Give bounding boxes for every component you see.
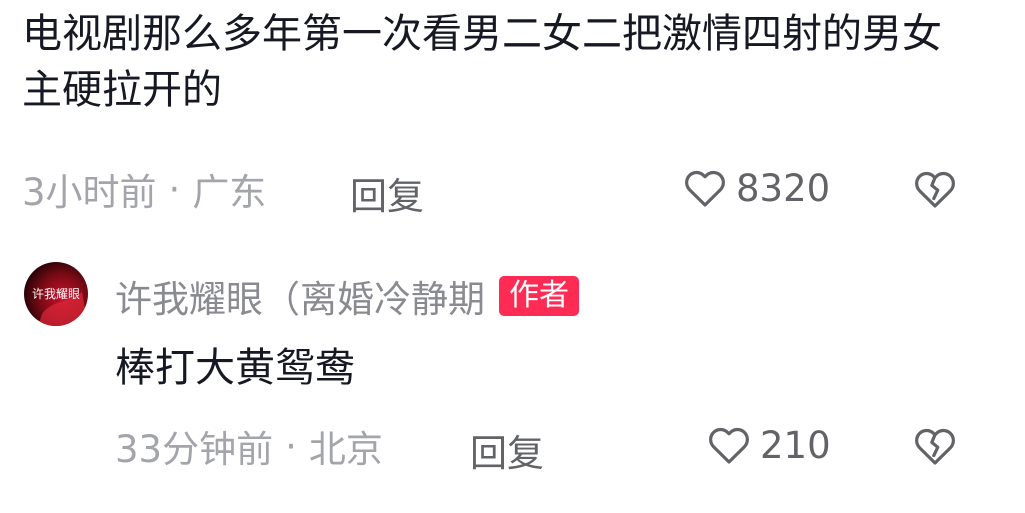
broken-heart-icon: [915, 171, 955, 208]
author-badge: 作者: [499, 276, 579, 316]
meta-separator: ·: [168, 167, 181, 211]
comment-dislike-button[interactable]: [910, 165, 960, 217]
avatar-text: 许我耀眼: [32, 287, 80, 301]
reply-like-button[interactable]: 210: [704, 421, 831, 469]
reply-location: 北京: [308, 428, 383, 471]
comment-text: 电视剧那么多年第一次看男二女二把激情四射的男女主硬拉开的: [22, 11, 942, 113]
reply-like-count: 210: [760, 423, 831, 467]
reply-time: 33分钟前: [115, 428, 274, 471]
reply-text: 棒打大黄鸳鸯: [115, 345, 355, 391]
reply-username[interactable]: 许我耀眼（离婚冷静期: [115, 269, 485, 323]
reply-author-row: 许我耀眼（离婚冷静期 作者: [115, 270, 579, 322]
meta-separator: ·: [285, 424, 297, 468]
broken-heart-icon: [915, 428, 955, 465]
comment-like-button[interactable]: 8320: [680, 164, 830, 212]
comment-like-count: 8320: [736, 166, 831, 210]
reply-dislike-button[interactable]: [910, 422, 960, 474]
heart-outline-icon: [685, 170, 725, 207]
comment-reply-button[interactable]: 回复: [350, 166, 424, 220]
reply-meta: 33分钟前 · 北京: [115, 421, 383, 472]
comment-time: 3小时前: [22, 171, 157, 214]
avatar[interactable]: 许我耀眼: [24, 262, 88, 326]
avatar-image: 许我耀眼: [24, 262, 88, 326]
comment-location: 广东: [192, 171, 267, 214]
comment-meta: 3小时前 · 广东: [22, 164, 267, 215]
reply-reply-button[interactable]: 回复: [470, 423, 544, 477]
heart-outline-icon: [709, 427, 749, 464]
